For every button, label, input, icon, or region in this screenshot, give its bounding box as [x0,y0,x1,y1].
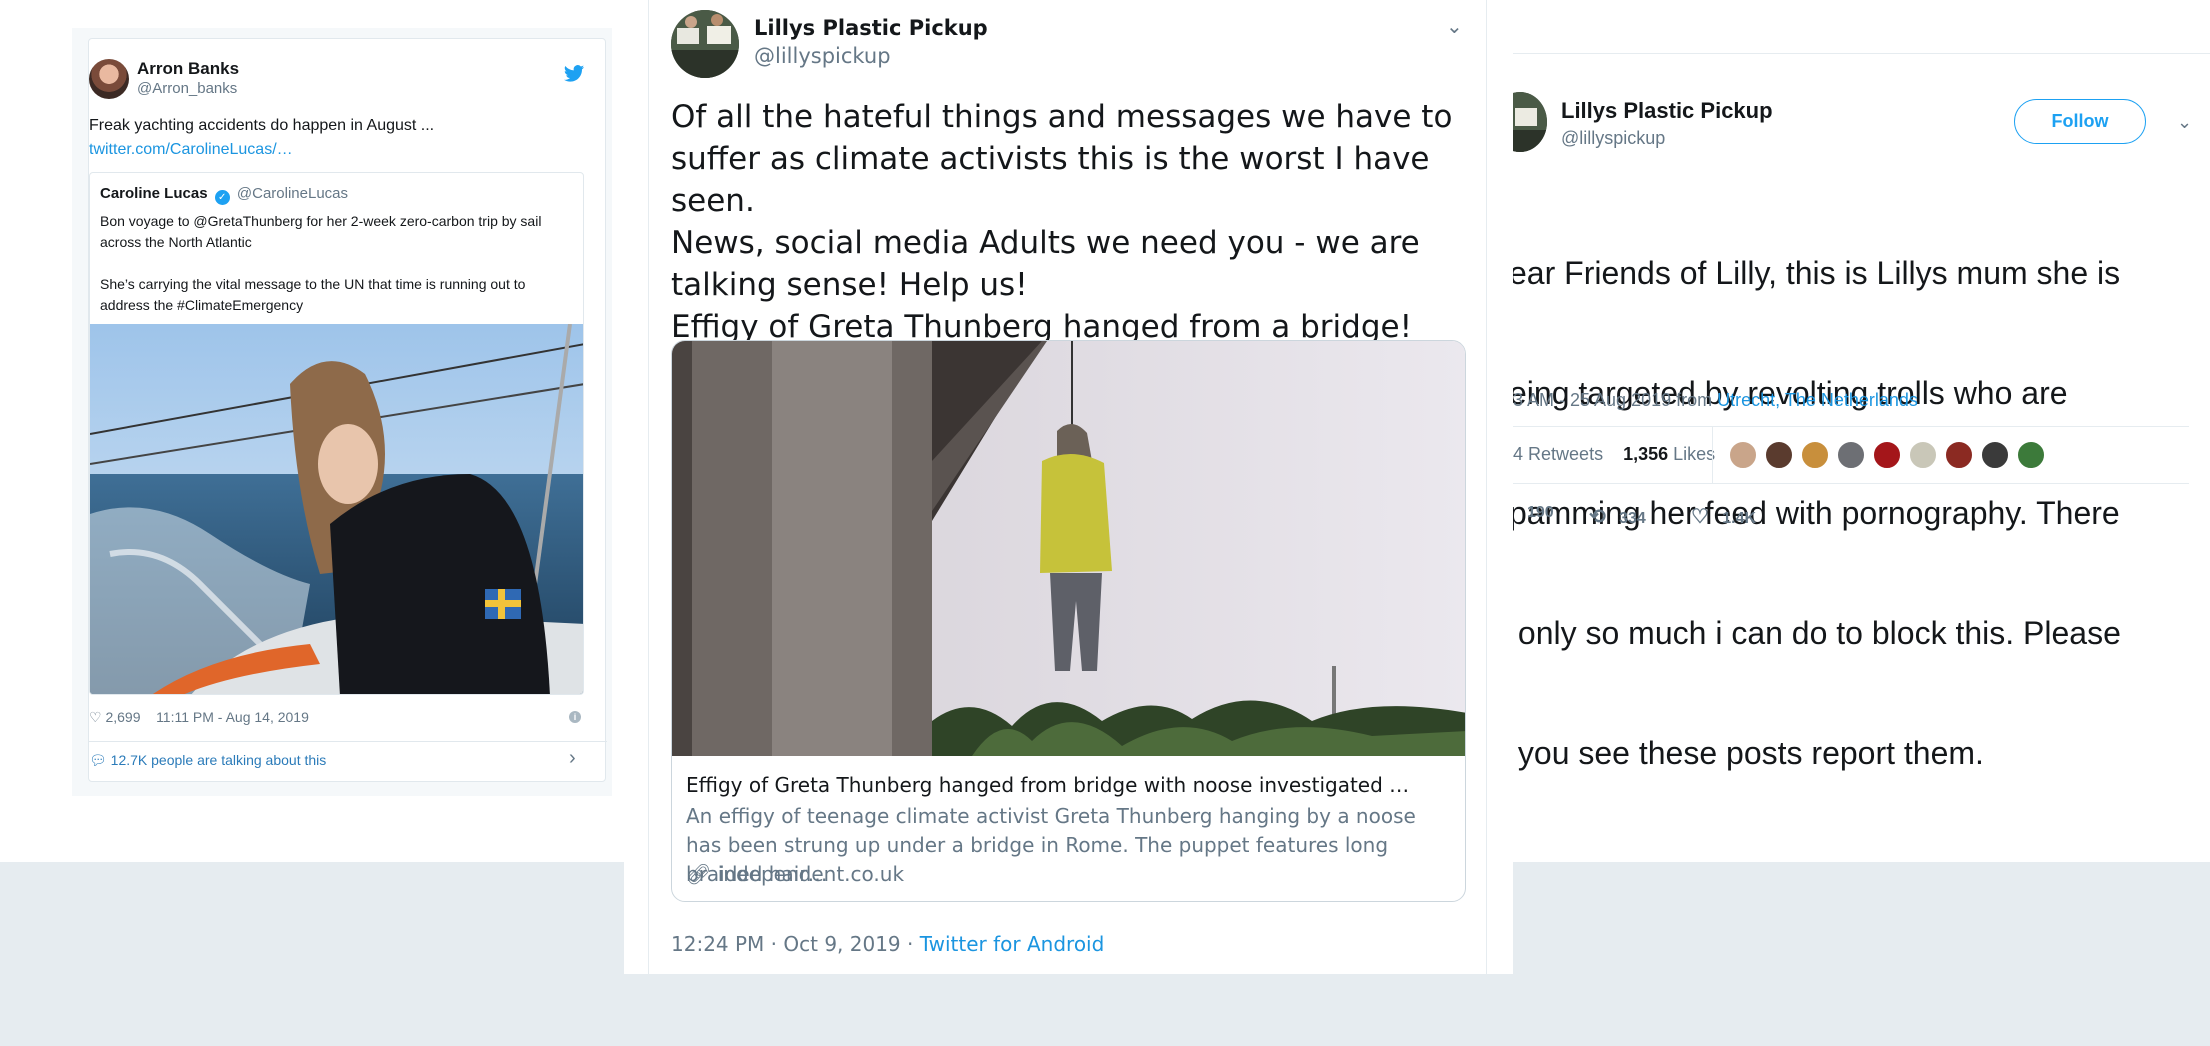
stats-separator [1712,427,1713,483]
tweet-source-link[interactable]: Twitter for Android [920,932,1105,956]
like-count[interactable]: 2,699 [105,709,140,725]
quoted-text-paragraph-1: Bon voyage to @GretaThunberg for her 2-w… [100,213,542,250]
sailing-boat-photo[interactable] [90,324,584,695]
liker-avatar[interactable] [1836,440,1866,470]
link-card-domain[interactable]: 🔗︎ independent.co.uk [686,862,904,886]
liker-avatar[interactable] [1944,440,1974,470]
tweet-text-line: only so much i can do to block this. Ple… [1513,615,2121,651]
stats-divider-top [1513,426,2189,427]
retweets-label[interactable]: Retweets [1528,444,1603,464]
tweet-meta: 3 AM - 25 Aug 2019 from Utrecht, The Net… [1513,390,1918,411]
reply-action[interactable]: 190 [1527,504,1554,522]
column-border-right [1486,0,1487,974]
chevron-down-icon[interactable]: ⌄ [2177,112,2192,133]
likes-count[interactable]: 1,356 [1623,444,1668,464]
author-name[interactable]: Arron Banks [137,59,239,79]
likes-label[interactable]: Likes [1673,444,1715,464]
liker-avatar[interactable] [1872,440,1902,470]
follow-button[interactable]: Follow [2014,99,2146,144]
tweet-text-line: you see these posts report them. [1513,735,1984,771]
tweet-timestamp[interactable]: 3 AM - 25 Aug 2019 from [1513,390,1712,410]
engagement-stats: 4 Retweets 1,356 Likes [1513,444,1715,465]
reply-count: 190 [1527,504,1554,521]
verified-badge-icon: ✓ [214,190,230,205]
link-icon: 🔗︎ [686,862,712,886]
tweet-text-line: ear Friends of Lilly, this is Lillys mum… [1513,255,2121,291]
liker-avatar[interactable] [1980,440,2010,470]
like-count: 1.4K [1722,510,1757,527]
conversation-count: 12.7K people are talking about this [110,752,327,768]
tweet-text: Freak yachting accidents do happen in Au… [89,117,435,134]
author-name[interactable]: Lillys Plastic Pickup [1561,98,1773,124]
tweet-text: Of all the hateful things and messages w… [671,96,1471,348]
tweet-timestamp[interactable]: 12:24 PM · Oct 9, 2019 · [671,932,913,956]
link-domain-text: independent.co.uk [717,862,905,886]
tweet-timestamp[interactable]: 11:11 PM - Aug 14, 2019 [156,709,309,725]
tweet-text-line: News, social media Adults we need you - … [671,225,1420,261]
right-tweet-panel: Lillys Plastic Pickup @lillyspickup Foll… [1513,0,2210,862]
tweet-text-line: talking sense! Help us! [671,267,1028,303]
top-divider [1513,53,2210,54]
chevron-right-icon[interactable]: › [569,747,576,770]
link-preview-card[interactable]: Effigy of Greta Thunberg hanged from bri… [671,340,1466,902]
twitter-bird-icon[interactable] [563,63,585,85]
arron-banks-avatar[interactable] [89,59,129,99]
heart-icon[interactable]: ♡ [89,709,102,725]
effigy-under-bridge-photo [672,341,1465,756]
heart-icon: ♡ [1691,506,1709,528]
author-handle[interactable]: @Arron_banks [137,80,237,97]
quoted-author-handle[interactable]: @CarolineLucas [237,185,348,202]
retweet-action[interactable]: ⟲ 334 [1589,504,1646,529]
stats-divider-bottom [1513,483,2189,484]
left-tweet-card: Arron Banks @Arron_banks Freak yachting … [88,38,607,782]
tweet-location-link[interactable]: Utrecht, The Netherlands [1717,390,1918,410]
quoted-tweet[interactable]: Caroline Lucas ✓ @CarolineLucas Bon voya… [89,172,584,695]
tweet-timestamp-row: 12:24 PM · Oct 9, 2019 · Twitter for And… [671,932,1104,956]
tweet-text-line: Of all the hateful things and messages w… [671,99,1453,135]
comment-icon: 💬︎ [89,752,107,768]
retweet-count: 334 [1619,510,1646,527]
lillys-pickup-avatar[interactable] [671,10,739,78]
liker-avatar[interactable] [1908,440,1938,470]
quoted-tweet-header: Caroline Lucas ✓ @CarolineLucas [100,185,348,205]
liker-avatar[interactable] [2016,440,2046,470]
author-name[interactable]: Lillys Plastic Pickup [754,16,988,40]
retweet-icon: ⟲ [1589,506,1606,528]
chevron-down-icon[interactable]: ⌄ [1446,14,1463,38]
quoted-tweet-text: Bon voyage to @GretaThunberg for her 2-w… [100,211,575,316]
tweet-text-line: suffer as climate activists this is the … [671,141,1430,219]
author-handle[interactable]: @lillyspickup [754,44,891,68]
liker-avatar[interactable] [1800,440,1830,470]
liker-avatar[interactable] [1764,440,1794,470]
conversation-link[interactable]: 💬︎ 12.7K people are talking about this [89,752,326,769]
quoted-tweet-link[interactable]: twitter.com/CarolineLucas/… [89,141,293,159]
lillys-pickup-avatar-cropped[interactable] [1513,92,1547,152]
column-border-left [648,0,649,974]
quoted-text-paragraph-2: She’s carrying the vital message to the … [100,276,526,313]
liker-avatar[interactable] [1728,440,1758,470]
author-handle[interactable]: @lillyspickup [1561,128,1665,149]
link-card-title[interactable]: Effigy of Greta Thunberg hanged from bri… [686,773,1409,797]
like-action[interactable]: ♡ 1.4K [1691,504,1756,529]
footer-divider [89,741,607,742]
quoted-author-name[interactable]: Caroline Lucas [100,185,208,202]
info-icon[interactable]: i [569,711,581,723]
tweet-footer: ♡ 2,699 11:11 PM - Aug 14, 2019 [89,709,607,726]
retweet-count-partial[interactable]: 4 [1513,444,1523,464]
